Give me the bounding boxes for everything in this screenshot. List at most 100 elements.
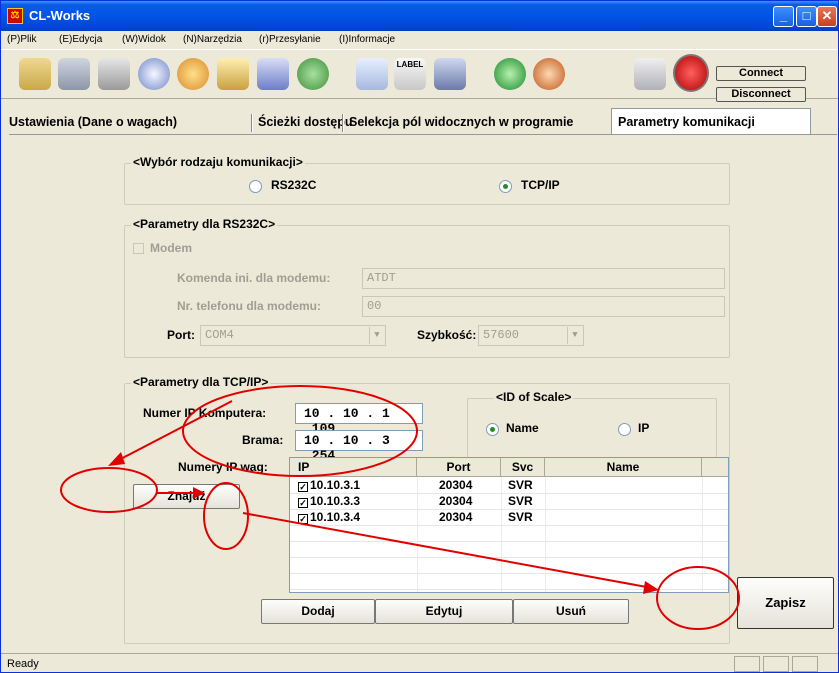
row-name bbox=[552, 494, 692, 510]
id-ip-label: IP bbox=[638, 421, 650, 435]
keyboard-icon[interactable] bbox=[434, 58, 466, 90]
modem-label: Modem bbox=[150, 241, 192, 255]
rs232-radio[interactable] bbox=[249, 180, 262, 193]
id-name-radio[interactable] bbox=[486, 423, 499, 436]
checked-checkbox-icon[interactable]: ✓ bbox=[298, 514, 308, 524]
connect-button[interactable]: Connect bbox=[716, 66, 806, 81]
row-port: 20304 bbox=[439, 494, 473, 508]
star-icon[interactable] bbox=[177, 58, 209, 90]
row-ip: 10.10.3.3 bbox=[310, 494, 361, 508]
modem-init-label: Komenda ini. dla modemu: bbox=[177, 271, 331, 285]
table-row[interactable]: ✓ 10.10.3.1 20304 SVR bbox=[290, 478, 728, 494]
row-name bbox=[552, 478, 692, 494]
delete-button[interactable]: Usuń bbox=[513, 599, 629, 624]
add-button[interactable]: Dodaj bbox=[261, 599, 375, 624]
upload-icon[interactable] bbox=[217, 58, 249, 90]
tab-strip: Ustawienia (Dane o wagach) Ścieżki dostę… bbox=[1, 108, 838, 135]
modem-checkbox[interactable] bbox=[133, 243, 144, 254]
table-row[interactable]: ✓ 10.10.3.3 20304 SVR bbox=[290, 494, 728, 510]
tab-scale-settings[interactable]: Ustawienia (Dane o wagach) bbox=[9, 111, 177, 133]
plu-icon[interactable] bbox=[138, 58, 170, 90]
tcpip-radio[interactable] bbox=[499, 180, 512, 193]
port-label: Port: bbox=[167, 328, 195, 342]
modem-init-input[interactable]: ATDT bbox=[362, 268, 725, 289]
tab-separator bbox=[342, 114, 344, 132]
tab-separator bbox=[251, 114, 253, 132]
status-text: Ready bbox=[7, 658, 39, 670]
menu-view[interactable]: (W)Widok bbox=[122, 34, 166, 45]
printer-icon[interactable] bbox=[98, 58, 130, 90]
tab-visible-fields[interactable]: Selekcja pól widocznych w programie bbox=[349, 111, 573, 133]
menu-file[interactable]: (P)Plik bbox=[7, 34, 36, 45]
row-svc: SVR bbox=[508, 510, 533, 524]
network-icon[interactable] bbox=[297, 58, 329, 90]
edit-button[interactable]: Edytuj bbox=[375, 599, 513, 624]
id-of-scale-group: <ID of Scale> Name IP bbox=[467, 390, 717, 458]
rs232-group: <Parametry dla RS232C> Modem Komenda ini… bbox=[124, 217, 730, 358]
speed-select[interactable]: 57600 ▼ bbox=[478, 325, 584, 346]
port-select[interactable]: COM4 ▼ bbox=[200, 325, 386, 346]
row-ip: 10.10.3.4 bbox=[310, 510, 361, 524]
menu-edit[interactable]: (E)Edycja bbox=[59, 34, 102, 45]
status-cell bbox=[763, 656, 789, 672]
chevron-down-icon: ▼ bbox=[567, 327, 582, 344]
tab-panel: <Wybór rodzaju komunikacji> RS232C TCP/I… bbox=[9, 134, 837, 652]
tab-communication[interactable]: Parametry komunikacji bbox=[611, 108, 811, 134]
row-svc: SVR bbox=[508, 494, 533, 508]
minimize-button[interactable]: _ bbox=[773, 6, 794, 27]
speed-value: 57600 bbox=[483, 328, 520, 342]
title-bar[interactable]: ⚖ CL-Works _ □ ✕ bbox=[1, 1, 838, 31]
row-svc: SVR bbox=[508, 478, 533, 492]
report-icon[interactable] bbox=[356, 58, 388, 90]
menu-transfer[interactable]: (r)Przesyłanie bbox=[259, 34, 321, 45]
open-folder-icon[interactable] bbox=[19, 58, 51, 90]
row-ip-cell: ✓ 10.10.3.3 bbox=[298, 494, 417, 510]
col-ip[interactable]: IP bbox=[290, 458, 417, 477]
checked-checkbox-icon[interactable]: ✓ bbox=[298, 482, 308, 492]
speed-label: Szybkość: bbox=[417, 328, 477, 342]
settings-tools-icon[interactable] bbox=[634, 58, 666, 90]
col-filler bbox=[702, 458, 728, 477]
find-button[interactable]: Znajdź bbox=[133, 484, 240, 509]
status-cell bbox=[734, 656, 760, 672]
disconnect-button[interactable]: Disconnect bbox=[716, 87, 806, 102]
status-cell bbox=[792, 656, 818, 672]
modem-phone-input[interactable]: 00 bbox=[362, 296, 725, 317]
id-ip-radio[interactable] bbox=[618, 423, 631, 436]
empty-row bbox=[290, 526, 728, 542]
tcpip-legend: <Parametry dla TCP/IP> bbox=[131, 375, 271, 389]
scale-ip-list[interactable]: IP Port Svc Name ✓ 10.10.3.1 20304 SVR ✓ 1… bbox=[289, 457, 729, 593]
download-icon[interactable] bbox=[257, 58, 289, 90]
col-svc[interactable]: Svc bbox=[501, 458, 545, 477]
col-port[interactable]: Port bbox=[417, 458, 501, 477]
rs232-legend: <Parametry dla RS232C> bbox=[131, 217, 278, 231]
record-indicator-icon bbox=[673, 54, 709, 92]
label-icon[interactable]: LABEL bbox=[394, 58, 426, 90]
go-icon[interactable] bbox=[494, 58, 526, 90]
row-port: 20304 bbox=[439, 478, 473, 492]
menu-tools[interactable]: (N)Narzędzia bbox=[183, 34, 242, 45]
back-icon[interactable] bbox=[533, 58, 565, 90]
save-button[interactable]: Zapisz bbox=[737, 577, 834, 629]
table-row[interactable]: ✓ 10.10.3.4 20304 SVR bbox=[290, 510, 728, 526]
checked-checkbox-icon[interactable]: ✓ bbox=[298, 498, 308, 508]
tab-access-paths[interactable]: Ścieżki dostępu bbox=[258, 111, 352, 133]
modem-phone-label: Nr. telefonu dla modemu: bbox=[177, 299, 322, 313]
row-port: 20304 bbox=[439, 510, 473, 524]
row-ip-cell: ✓ 10.10.3.4 bbox=[298, 510, 417, 526]
gateway-input[interactable]: 10 . 10 . 3 .254 bbox=[295, 430, 423, 463]
row-name bbox=[552, 510, 692, 526]
col-name[interactable]: Name bbox=[545, 458, 702, 477]
app-window: ⚖ CL-Works _ □ ✕ (P)Plik (E)Edycja (W)Wi… bbox=[0, 0, 839, 673]
id-name-label: Name bbox=[506, 421, 539, 435]
menu-info[interactable]: (I)Informacje bbox=[339, 34, 395, 45]
list-header: IP Port Svc Name bbox=[290, 458, 728, 477]
maximize-button[interactable]: □ bbox=[796, 6, 817, 27]
save-disk-icon[interactable] bbox=[58, 58, 90, 90]
row-ip: 10.10.3.1 bbox=[310, 478, 361, 492]
pc-ip-label: Numer IP Komputera: bbox=[143, 406, 267, 420]
pc-ip-input[interactable]: 10 . 10 . 1 .109 bbox=[295, 403, 423, 436]
scale-ips-label: Numery IP wag: bbox=[178, 460, 268, 474]
gateway-label: Brama: bbox=[242, 433, 284, 447]
close-button[interactable]: ✕ bbox=[817, 6, 837, 27]
